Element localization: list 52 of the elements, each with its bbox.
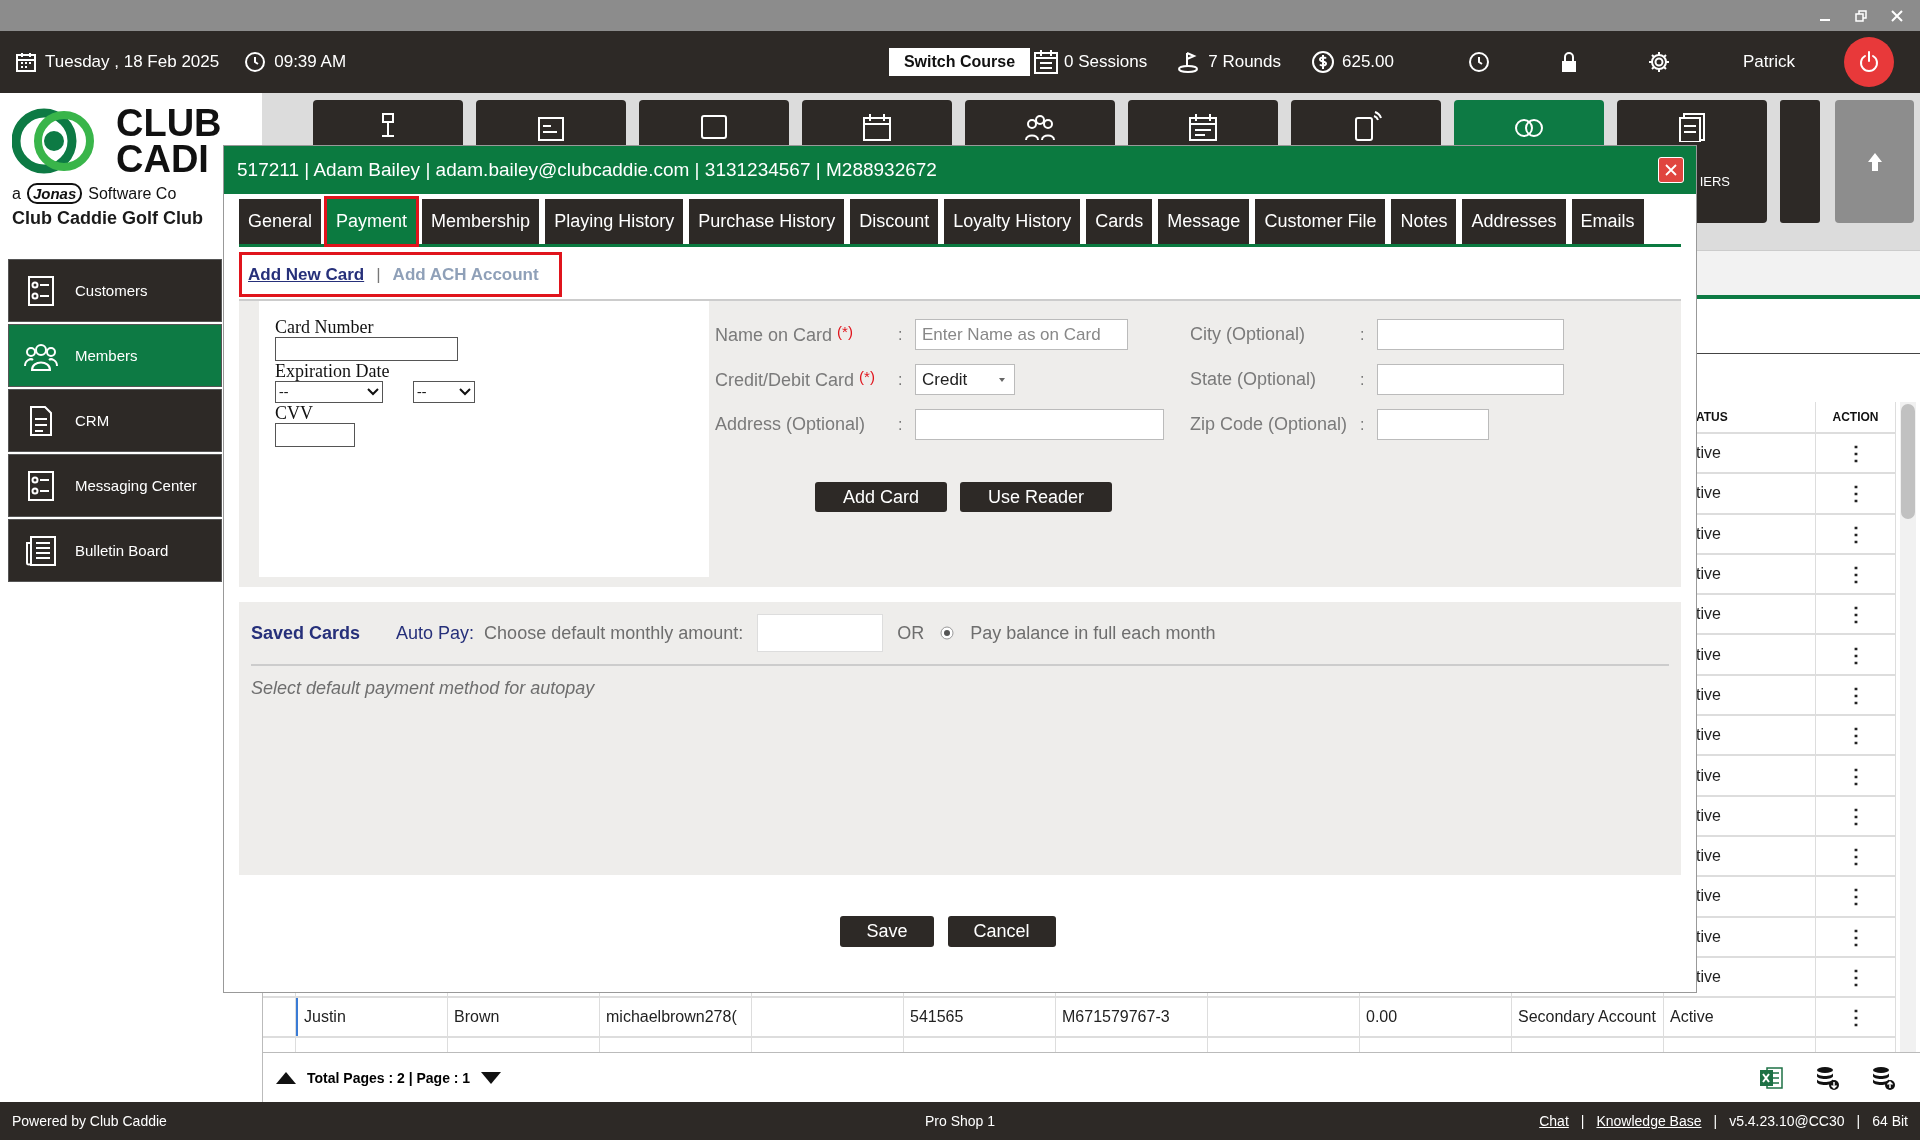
table-cell: Brown <box>448 998 600 1037</box>
colon-text: : <box>1360 325 1366 344</box>
column-header: ACTION <box>1816 402 1896 432</box>
status-text: v5.4.23.10@CC30 <box>1729 1113 1845 1129</box>
logo-text: Software Co <box>88 185 177 203</box>
field-label: Choose default monthly amount: <box>484 622 744 644</box>
status-text: 64 Bit <box>1872 1113 1908 1129</box>
colon-text: : <box>898 370 904 389</box>
field-label: CVV <box>275 403 314 423</box>
user-name: Patrick <box>1742 52 1796 72</box>
table-cell: Secondary Account <box>1512 998 1664 1037</box>
field-label: Expiration Date <box>275 361 391 381</box>
logo-text: a <box>12 185 21 203</box>
table-cell: 0.00 <box>1360 998 1512 1037</box>
powered-by-text: Powered by Club Caddie <box>12 1113 168 1129</box>
colon-text: : <box>1360 415 1366 434</box>
hint-text: Select default payment method for autopay <box>251 678 596 699</box>
section-title: Saved Cards <box>251 622 361 644</box>
table-cell: 541565 <box>904 998 1056 1037</box>
colon-text: : <box>1360 370 1366 389</box>
logo-text: CADI <box>116 141 210 177</box>
colon-text: : <box>898 325 904 344</box>
separator-text: | <box>376 264 381 285</box>
dialog-title: 517211 | Adam Bailey | adam.bailey@clubcaddie.com | 3131234567 | M288932672 <box>237 159 937 181</box>
time-text: 09:39 AM <box>274 52 347 72</box>
field-label: Address (Optional) <box>715 414 867 435</box>
field-label: Credit/Debit Card $^{(*)}$ <box>715 368 876 391</box>
balance-amount: 625.00 <box>1342 52 1394 72</box>
separator-text: | <box>1856 1113 1861 1129</box>
separator-text: | <box>1713 1113 1718 1129</box>
table-cell: M671579767-3 <box>1056 998 1208 1037</box>
sessions-count: 0 Sessions <box>1064 52 1148 72</box>
or-text: OR <box>897 622 925 644</box>
station-name: Pro Shop 1 <box>924 1113 996 1129</box>
colon-text: : <box>898 415 904 434</box>
table-cell: Justin <box>296 998 448 1037</box>
radio-label: Pay balance in full each month <box>970 622 1216 644</box>
field-label: City (Optional) <box>1190 324 1307 345</box>
club-name: Club Caddie Golf Club <box>12 208 204 229</box>
table-cell: Active <box>1664 998 1816 1037</box>
date-text: Tuesday , 18 Feb 2025 <box>45 52 220 72</box>
brand-logo: Jonas <box>26 183 83 204</box>
rounds-count: 7 Rounds <box>1208 52 1281 72</box>
field-label: Zip Code (Optional) <box>1190 414 1349 435</box>
field-label: Card Number <box>275 317 375 337</box>
separator-text: | <box>1580 1113 1585 1129</box>
table-cell: michaelbrown278( <box>600 998 752 1037</box>
logo-text: CLUB <box>116 105 222 141</box>
autopay-label: Auto Pay: <box>396 622 475 644</box>
field-label: Name on Card $^{(*)}$ <box>715 323 854 346</box>
field-label: State (Optional) <box>1190 369 1318 390</box>
page-summary: Total Pages : 2 | Page : 1 <box>307 1069 471 1086</box>
